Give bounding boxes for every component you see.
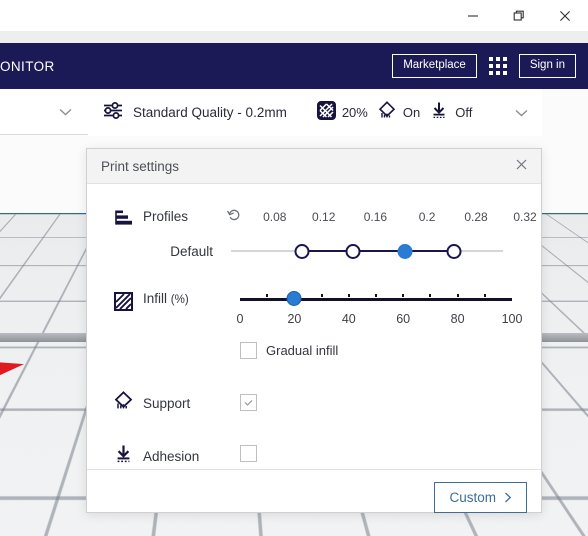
profiles-label: Profiles [143,209,189,224]
profiles-knob[interactable] [446,244,462,259]
summary-infill[interactable]: 20% [316,100,368,125]
profiles-knob[interactable] [345,244,361,259]
application-window: ONITOR Marketplace Sign in Standard Qual… [0,0,588,536]
app-header: ONITOR Marketplace Sign in [0,43,588,89]
profiles-slider-row: Default [87,242,541,260]
gradual-infill-row[interactable]: Gradual infill [240,342,541,359]
infill-tick [402,294,405,297]
chevron-right-icon [505,492,512,503]
close-button[interactable] [542,0,588,31]
profiles-bars-icon [113,208,143,234]
summary-infill-value: 20% [341,105,368,120]
window-title-bar [0,0,588,31]
active-profile-label: Standard Quality - 0.2mm [133,105,287,120]
support-label: Support [143,395,191,411]
reset-icon[interactable] [227,208,251,227]
adhesion-control [229,444,541,467]
infill-tick-label: 100 [501,312,523,326]
support-checkbox[interactable] [240,394,257,411]
adhesion-checkbox[interactable] [240,444,257,462]
sign-in-button[interactable]: Sign in [518,54,576,78]
profiles-tick: 0.16 [363,209,388,224]
slider-rail [240,298,512,301]
adhesion-icon [113,442,143,469]
profiles-ticks: 0.08 0.12 0.16 0.2 0.28 0.32 [227,208,541,227]
gradual-infill-label: Gradual infill [266,343,339,358]
infill-knob[interactable] [286,291,302,306]
profiles-tick: 0.08 [263,209,287,224]
infill-tick [375,294,377,297]
infill-label: Infill (%) [143,290,229,306]
marketplace-button[interactable]: Marketplace [392,54,477,78]
dialog-body: Profiles 0.08 0.12 0.16 0.2 0.28 0.32 De… [87,184,541,469]
app-title: ONITOR [0,58,55,74]
profiles-tick: 0.28 [464,209,488,224]
profiles-tick: 0.12 [312,209,336,224]
custom-button-label: Custom [449,489,496,505]
dialog-header: Print settings [87,149,541,184]
support-row: Support [87,389,541,416]
print-settings-sliders-icon [102,100,124,125]
minimize-button[interactable] [450,0,496,31]
gradual-infill-checkbox[interactable] [240,342,257,359]
profiles-knob[interactable] [294,244,310,259]
infill-tick [483,294,486,297]
infill-label-unit: (%) [170,294,189,306]
profiles-default-label: Default [170,243,213,259]
profiles-knob-selected[interactable] [397,244,413,259]
profiles-slider[interactable] [231,242,503,260]
infill-slider[interactable] [240,291,512,308]
profiles-row: Profiles 0.08 0.12 0.16 0.2 0.28 0.32 [87,208,541,234]
infill-row: Infill (%) 0 20 40 60 80 100 Gradual inf… [87,290,541,359]
infill-tick-label: 40 [341,312,356,326]
infill-control: 0 20 40 60 80 100 Gradual infill [229,290,541,359]
infill-tick [347,294,350,297]
config-selector-collapse[interactable] [0,89,88,135]
infill-tick [320,294,323,297]
adhesion-label: Adhesion [143,448,200,464]
summary-adhesion-value: Off [455,105,473,120]
infill-tick-labels: 0 20 40 60 80 100 [236,312,523,330]
dialog-footer: Custom [87,469,541,525]
support-icon [113,389,143,416]
summary-support-value: On [402,105,421,120]
apps-grid-icon[interactable] [488,57,507,75]
infill-tick-label: 80 [450,312,465,326]
print-settings-dialog: Print settings Profiles 0.08 0.12 0.16 0… [86,148,542,514]
adhesion-row: Adhesion [87,442,541,469]
custom-button[interactable]: Custom [434,481,527,514]
restore-button[interactable] [496,0,542,31]
infill-tick [456,294,459,297]
adhesion-icon [429,100,449,125]
chevron-down-icon [59,108,72,115]
infill-tick-label: 60 [396,312,411,326]
expand-print-settings-button[interactable] [515,104,534,122]
infill-hatch-icon [316,100,336,125]
infill-label-text: Infill [143,291,168,306]
profiles-tick: 0.2 [418,209,436,224]
infill-hatch-icon [113,290,143,317]
slider-rail-active [301,250,455,252]
print-settings-summary-bar[interactable]: Standard Quality - 0.2mm 20% On Off [88,89,542,136]
dialog-title: Print settings [101,158,180,174]
infill-tick-label: 20 [287,312,302,326]
summary-support[interactable]: On [377,100,420,125]
summary-adhesion[interactable]: Off [429,100,472,125]
chevron-down-icon [515,109,528,116]
header-actions: Marketplace Sign in [392,54,588,78]
support-icon [377,100,397,125]
close-icon[interactable] [512,155,531,177]
infill-tick [429,294,432,297]
titlebar-underline [0,31,588,43]
infill-tick [266,294,269,297]
profiles-tick-labels: 0.08 0.12 0.16 0.2 0.28 0.32 [253,209,537,226]
profiles-tick: 0.32 [513,209,537,224]
support-control [229,394,541,412]
check-icon [244,399,253,406]
infill-tick-label: 0 [236,312,244,326]
